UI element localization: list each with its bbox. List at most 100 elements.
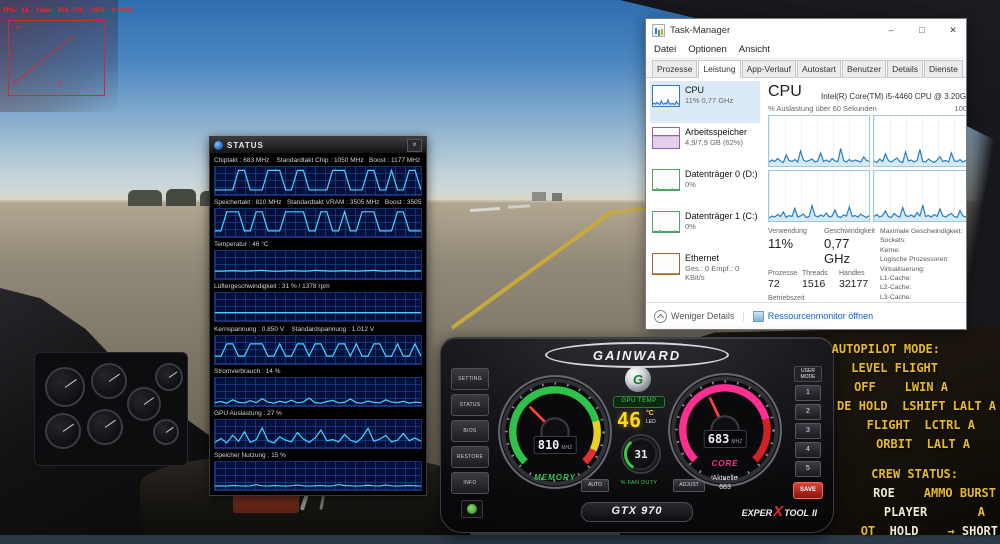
tool-side-button[interactable]: RESTORE — [451, 446, 489, 468]
perf-thumbnail — [652, 169, 680, 191]
cpu-stats: Verwendung 11% Geschwindigkeit 0,77 GHz Pr… — [768, 228, 875, 302]
tab[interactable]: App-Verlauf — [741, 60, 796, 77]
status-section-graph — [214, 418, 422, 449]
maximize-button[interactable]: □ — [909, 20, 935, 40]
tab-bar: Prozesse Leistung App-Verlauf Autostart Benu… — [646, 57, 966, 78]
status-section-label: Stromverbrauch : 14 % — [214, 367, 281, 375]
fan-duty-value: 31 — [634, 448, 648, 461]
cpu-detail-row: L3-Cache: 6,0 — [880, 293, 912, 301]
status-section-graph — [214, 166, 422, 196]
gpu-status-window: STATUS × Chiptakt : 683 MHz Standardtakt… — [209, 136, 427, 496]
save-button[interactable]: SAVE — [793, 482, 823, 499]
status-section: Speicher Nutzung : 15 % — [214, 450, 422, 491]
status-sections: Chiptakt : 683 MHz Standardtakt Chip : 1… — [214, 155, 422, 491]
cockpit-gauge — [153, 419, 179, 445]
graph-axis-label: % Auslastung über 60 Sekunden — [768, 104, 877, 113]
status-section: Kernspannung : 0.850 V Standardspannung … — [214, 324, 422, 365]
cpu-detail-row: Sockets: 1 — [880, 237, 907, 245]
cockpit-gauge — [91, 363, 127, 399]
status-section-graph — [214, 376, 422, 407]
status-section: Chiptakt : 683 MHz Standardtakt Chip : 1… — [214, 155, 422, 196]
nvidia-badge — [461, 500, 483, 518]
status-window-icon — [214, 140, 223, 150]
titlebar[interactable]: Task-Manager – □ ✕ — [646, 19, 966, 41]
debug-cross-marker: + — [15, 23, 21, 33]
graph-max-label: 100 % — [954, 104, 966, 113]
debug-cross-marker: + — [57, 79, 63, 89]
perf-sidebar-item[interactable]: Ethernet Ges.: 0 Empf.: 0 KBit/s — [650, 249, 760, 291]
perf-thumbnail — [652, 127, 680, 149]
close-button[interactable]: ✕ — [940, 20, 966, 40]
menu-item[interactable]: Optionen — [688, 44, 727, 55]
cpu-performance-pane: CPU Intel(R) Core(TM) i5-4460 CPU @ 3.20… — [762, 77, 966, 303]
cpu-detail-row: Maximale Geschwindigkeit: 3,2 — [880, 228, 963, 235]
user-mode-button[interactable]: 5 — [795, 461, 821, 477]
resource-monitor-link[interactable]: Ressourcenmonitor öffnen — [752, 310, 873, 322]
core-clock-readout: 683 MHZ — [703, 430, 747, 448]
user-mode-button[interactable]: 2 — [795, 404, 821, 420]
task-manager-icon — [652, 23, 665, 37]
instrument-panel — [34, 352, 188, 466]
hangar — [128, 190, 162, 206]
status-section: Stromverbrauch : 14 % — [214, 366, 422, 407]
core-gauge: 683 MHZ CORE Aktuelle 683 — [667, 372, 783, 491]
memory-gauge: 810 MHZ MEMORY — [497, 374, 613, 490]
tool-side-button[interactable]: SETTING — [451, 368, 489, 390]
user-mode-panel: USER MODE 1 2 3 4 5 SAVE — [791, 366, 825, 499]
cockpit-gauge — [45, 413, 81, 449]
perf-sidebar-item[interactable]: Datenträger 0 (D:) 0% — [650, 165, 760, 207]
tab[interactable]: Autostart — [797, 60, 842, 77]
perf-sidebar-item[interactable]: CPU 11% 0,77 GHz — [650, 81, 760, 123]
perf-item-detail: 4,9/7,9 GB (62%) — [685, 138, 743, 147]
core-clock-tooltip: Aktuelle 683 — [712, 475, 738, 491]
status-section-graph — [214, 208, 422, 239]
gainward-badge: G — [625, 366, 651, 392]
perf-sidebar-item[interactable]: Arbeitsspeicher 4,9/7,9 GB (62%) — [650, 123, 760, 165]
tool-side-button[interactable]: STATUS — [451, 394, 489, 416]
cpu-core-graph — [768, 115, 871, 167]
user-mode-label: USER MODE — [794, 366, 822, 382]
handle-count: 32177 — [839, 278, 869, 290]
tool-side-button[interactable]: BIOS — [451, 420, 489, 442]
cpu-detail-row: L2-Cache: 1,0 — [880, 284, 912, 292]
menu-item[interactable]: Ansicht — [739, 44, 770, 55]
perf-item-detail: Ges.: 0 Empf.: 0 KBit/s — [685, 264, 740, 282]
user-mode-button[interactable]: 3 — [795, 423, 821, 439]
status-titlebar[interactable]: STATUS × — [210, 137, 426, 153]
status-section: Speichertakt : 810 MHz Standardtakt VRAM… — [214, 197, 422, 239]
cpu-model-name: Intel(R) Core(TM) i5-4460 CPU @ 3.20GHz — [820, 92, 966, 101]
close-icon[interactable]: × — [407, 138, 422, 152]
user-mode-button[interactable]: 1 — [795, 385, 821, 401]
fan-auto-button[interactable]: AUTO — [581, 479, 609, 492]
debug-rectangle: + + — [8, 20, 105, 96]
status-section: Temperatur : 46 °C — [214, 239, 422, 281]
status-section-label: Temperatur : 46 °C — [214, 241, 269, 249]
cockpit-gauge — [127, 387, 161, 421]
status-section-graph — [214, 460, 422, 491]
tab[interactable]: Leistung — [698, 60, 741, 78]
status-section-graph — [214, 292, 422, 323]
fps-counter: FPS: 14, Time: 359.779, (MIS: 0.000) — [3, 6, 134, 14]
cpu-core-graphs — [768, 115, 966, 222]
thread-count: 1516 — [802, 278, 826, 290]
cpu-usage-value: 11% — [768, 236, 794, 251]
cpu-details: Maximale Geschwindigkeit: 3,2 Sockets: 1… — [880, 227, 966, 303]
user-mode-button[interactable]: 4 — [795, 442, 821, 458]
perf-sidebar-item[interactable]: Datenträger 1 (C:) 0% — [650, 207, 760, 249]
gainward-experttool-window: GAINWARD SETTING STATUS BIOS RESTORE INFO 81… — [440, 337, 834, 533]
bottom-edge-strip — [0, 535, 1000, 544]
perf-thumbnail — [652, 253, 680, 275]
tab[interactable]: Dienste — [924, 60, 963, 77]
minimize-button[interactable]: – — [878, 20, 904, 40]
tab[interactable]: Prozesse — [652, 60, 698, 77]
tool-side-button[interactable]: INFO — [451, 472, 489, 494]
gpu-temp-label: GPU TEMP — [613, 396, 665, 408]
menu-item[interactable]: Datei — [654, 44, 676, 55]
core-gauge-label: CORE — [711, 459, 739, 468]
status-section-label: Chiptakt : 683 MHz Standardtakt Chip : 1… — [214, 157, 421, 164]
status-section-graph — [214, 250, 422, 281]
fewer-details-toggle[interactable]: Weniger Details — [654, 309, 734, 323]
tab[interactable]: Benutzer — [842, 60, 887, 77]
hangar — [166, 189, 196, 206]
tab[interactable]: Details — [887, 60, 924, 77]
